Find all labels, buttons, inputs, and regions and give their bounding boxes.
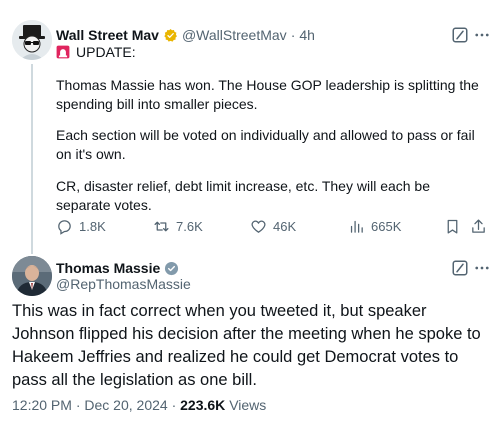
views-icon (350, 220, 363, 233)
parent-handle[interactable]: @WallStreetMav (182, 27, 287, 43)
tweet-meta: 12:20 PM · Dec 20, 2024 · 223.6K Views (12, 397, 266, 413)
like-button[interactable]: 46K (250, 218, 296, 235)
views-count: 223.6K (180, 397, 226, 413)
parent-paragraph-3: CR, disaster relief, debt limit increase… (56, 178, 431, 213)
main-author-line: Thomas Massie (56, 259, 179, 277)
verified-badge-icon[interactable] (164, 261, 179, 276)
grok-icon[interactable] (451, 26, 469, 44)
separator-dot: · (290, 27, 296, 43)
verified-badge-icon[interactable] (163, 28, 178, 43)
reply-button[interactable]: 1.8K (56, 218, 106, 235)
repost-icon (154, 221, 169, 232)
avatar[interactable] (12, 256, 52, 296)
parent-paragraph-1: Thomas Massie has won. The House GOP lea… (56, 77, 479, 112)
share-icon (472, 219, 485, 233)
like-icon (251, 220, 266, 233)
update-line: UPDATE: (56, 44, 136, 60)
parent-age[interactable]: 4h (299, 27, 315, 43)
update-label: UPDATE: (76, 44, 136, 60)
views-label: Views (229, 397, 267, 413)
main-display-name[interactable]: Thomas Massie (56, 260, 160, 276)
parent-paragraph-2: Each section will be voted on individual… (56, 127, 475, 162)
siren-icon (56, 45, 70, 59)
like-count: 46K (273, 219, 297, 234)
grok-icon[interactable] (451, 259, 469, 277)
avatar[interactable] (12, 20, 52, 60)
share-button[interactable] (470, 218, 493, 235)
views-count: 665K (371, 219, 402, 234)
separator-dot: · (171, 397, 177, 413)
tweet-time[interactable]: 12:20 PM (12, 397, 72, 413)
main-handle[interactable]: @RepThomasMassie (56, 276, 191, 292)
repost-button[interactable]: 7.6K (153, 218, 203, 235)
repost-count: 7.6K (176, 219, 203, 234)
parent-author-line: Wall Street Mav @WallStreetMav · 4h (56, 26, 315, 44)
action-bar: 1.8K 7.6K 46K 665K (56, 218, 496, 240)
parent-display-name[interactable]: Wall Street Mav (56, 27, 159, 43)
views-button[interactable]: 665K (348, 218, 401, 235)
more-icon[interactable] (473, 259, 491, 277)
bookmark-icon (447, 219, 458, 234)
more-icon[interactable] (473, 26, 491, 44)
bookmark-button[interactable] (444, 218, 467, 235)
separator-dot: · (75, 397, 81, 413)
reply-icon (58, 220, 71, 235)
tweet-date[interactable]: Dec 20, 2024 (84, 397, 167, 413)
reply-count: 1.8K (79, 219, 106, 234)
thread-line (31, 64, 33, 254)
main-tweet-text: This was in fact correct when you tweete… (12, 302, 481, 389)
